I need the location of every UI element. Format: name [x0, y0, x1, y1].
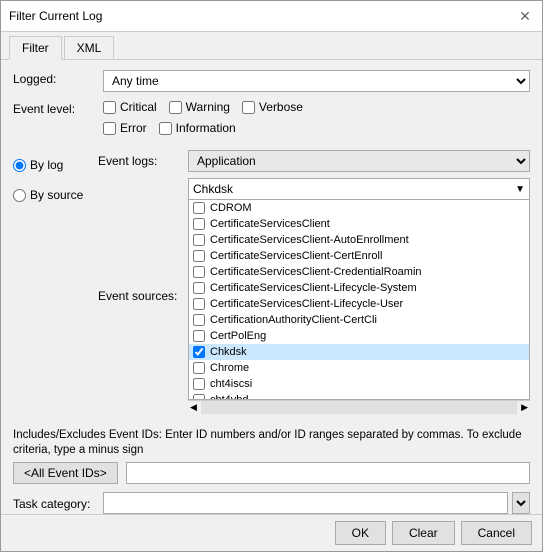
- event-logs-row: Event logs: Application: [98, 150, 530, 172]
- horizontal-scrollbar[interactable]: ◀ ▶: [188, 400, 530, 414]
- list-item[interactable]: cht4vbd: [189, 392, 529, 400]
- event-ids-row: <All Event IDs>: [13, 462, 530, 484]
- warning-label: Warning: [186, 100, 230, 114]
- filter-dialog: Filter Current Log ✕ Filter XML Logged: …: [0, 0, 543, 552]
- item-checkbox-certuser[interactable]: [193, 298, 205, 310]
- verbose-checkbox[interactable]: [242, 101, 255, 114]
- logged-select[interactable]: Any time Last hour Last 12 hours Last 24…: [103, 70, 530, 92]
- all-event-ids-button[interactable]: <All Event IDs>: [13, 462, 118, 484]
- checkbox-error: Error: [103, 121, 147, 135]
- critical-checkbox[interactable]: [103, 101, 116, 114]
- task-category-dropdown-arrow[interactable]: [512, 492, 530, 514]
- warning-checkbox[interactable]: [169, 101, 182, 114]
- event-logs-select[interactable]: Application: [188, 150, 530, 172]
- logged-select-container: Any time Last hour Last 12 hours Last 24…: [103, 70, 530, 92]
- event-logs-label: Event logs:: [98, 154, 188, 168]
- list-item-chkdsk[interactable]: Chkdsk: [189, 344, 529, 360]
- scroll-track[interactable]: [201, 401, 517, 414]
- error-checkbox[interactable]: [103, 122, 116, 135]
- event-sources-value: Chkdsk: [193, 182, 233, 196]
- event-level-label: Event level:: [13, 100, 103, 116]
- list-item[interactable]: CertificateServicesClient-CertEnroll: [189, 248, 529, 264]
- event-sources-label: Event sources:: [98, 289, 188, 303]
- item-checkbox-certroam[interactable]: [193, 266, 205, 278]
- item-checkbox-chrome[interactable]: [193, 362, 205, 374]
- log-source-fields: Event logs: Application Event sources: C…: [98, 150, 530, 420]
- item-checkbox-cht4vbd[interactable]: [193, 394, 205, 400]
- dropdown-arrow-icon: ▼: [515, 184, 525, 195]
- list-item[interactable]: cht4iscsi: [189, 376, 529, 392]
- checkbox-warning: Warning: [169, 100, 230, 114]
- radio-bysource: By source: [13, 188, 98, 202]
- checkbox-critical: Critical: [103, 100, 157, 114]
- includes-section: Includes/Excludes Event IDs: Enter ID nu…: [13, 428, 530, 484]
- event-ids-input[interactable]: [126, 462, 530, 484]
- information-label: Information: [176, 121, 236, 135]
- item-checkbox-certenroll[interactable]: [193, 250, 205, 262]
- event-sources-row: Event sources: Chkdsk ▼ CDROM Ce: [98, 178, 530, 414]
- item-checkbox-certpoleng[interactable]: [193, 330, 205, 342]
- list-item[interactable]: CertificateServicesClient-Lifecycle-Syst…: [189, 280, 529, 296]
- item-checkbox-certsystem[interactable]: [193, 282, 205, 294]
- item-checkbox-cht4iscsi[interactable]: [193, 378, 205, 390]
- logged-row: Logged: Any time Last hour Last 12 hours…: [13, 70, 530, 92]
- tab-filter[interactable]: Filter: [9, 36, 62, 60]
- checkbox-information: Information: [159, 121, 236, 135]
- information-checkbox[interactable]: [159, 122, 172, 135]
- bylog-radio[interactable]: [13, 159, 26, 172]
- list-item[interactable]: CertificateServicesClient-CredentialRoam…: [189, 264, 529, 280]
- logged-label: Logged:: [13, 70, 103, 86]
- clear-button[interactable]: Clear: [392, 521, 455, 545]
- item-checkbox-certservices[interactable]: [193, 218, 205, 230]
- cancel-button[interactable]: Cancel: [461, 521, 532, 545]
- scroll-left-icon[interactable]: ◀: [188, 402, 199, 413]
- dialog-footer: OK Clear Cancel: [1, 514, 542, 551]
- scroll-right-icon[interactable]: ▶: [519, 402, 530, 413]
- list-item[interactable]: CertificateServicesClient: [189, 216, 529, 232]
- radio-bylog: By log: [13, 158, 98, 172]
- bysource-radio[interactable]: [13, 189, 26, 202]
- list-item[interactable]: Chrome: [189, 360, 529, 376]
- verbose-label: Verbose: [259, 100, 303, 114]
- dialog-title: Filter Current Log: [9, 9, 102, 23]
- event-sources-list[interactable]: CDROM CertificateServicesClient Certific…: [188, 200, 530, 400]
- checkbox-verbose: Verbose: [242, 100, 303, 114]
- item-checkbox-certcli[interactable]: [193, 314, 205, 326]
- list-item[interactable]: CertificationAuthorityClient-CertCli: [189, 312, 529, 328]
- close-button[interactable]: ✕: [516, 7, 534, 25]
- log-source-radios: By log By source: [13, 150, 98, 420]
- tab-bar: Filter XML: [1, 32, 542, 60]
- event-level-row: Event level: Critical Warning Verbose: [13, 100, 530, 142]
- includes-inner: Includes/Excludes Event IDs: Enter ID nu…: [13, 428, 530, 484]
- event-level-line1: Critical Warning Verbose: [103, 100, 530, 118]
- event-sources-input[interactable]: Chkdsk ▼: [188, 178, 530, 200]
- item-checkbox-certauto[interactable]: [193, 234, 205, 246]
- event-level-line2: Error Information: [103, 121, 530, 139]
- event-logs-dropdown: Application: [188, 150, 530, 172]
- bylog-label: By log: [30, 158, 63, 172]
- error-label: Error: [120, 121, 147, 135]
- list-item[interactable]: CertificateServicesClient-Lifecycle-User: [189, 296, 529, 312]
- tab-xml[interactable]: XML: [64, 36, 115, 59]
- task-category-select[interactable]: [512, 492, 530, 514]
- content-area: Logged: Any time Last hour Last 12 hours…: [1, 60, 542, 514]
- log-source-section: By log By source Event logs: Application: [13, 150, 530, 420]
- critical-label: Critical: [120, 100, 157, 114]
- list-item[interactable]: CertificateServicesClient-AutoEnrollment: [189, 232, 529, 248]
- bysource-label: By source: [30, 188, 83, 202]
- ok-button[interactable]: OK: [335, 521, 386, 545]
- event-level-checkboxes: Critical Warning Verbose Error: [103, 100, 530, 142]
- task-category-label: Task category:: [13, 495, 103, 511]
- title-bar: Filter Current Log ✕: [1, 1, 542, 32]
- list-item[interactable]: CertPolEng: [189, 328, 529, 344]
- list-item[interactable]: CDROM: [189, 200, 529, 216]
- task-category-input[interactable]: [103, 492, 508, 514]
- task-category-row: Task category:: [13, 492, 530, 514]
- includes-description: Includes/Excludes Event IDs: Enter ID nu…: [13, 428, 530, 458]
- item-checkbox-chkdsk[interactable]: [193, 346, 205, 358]
- clear-label: lear: [418, 526, 438, 540]
- event-sources-dropdown[interactable]: Chkdsk ▼ CDROM CertificateServicesClient: [188, 178, 530, 414]
- item-checkbox-cdrom[interactable]: [193, 202, 205, 214]
